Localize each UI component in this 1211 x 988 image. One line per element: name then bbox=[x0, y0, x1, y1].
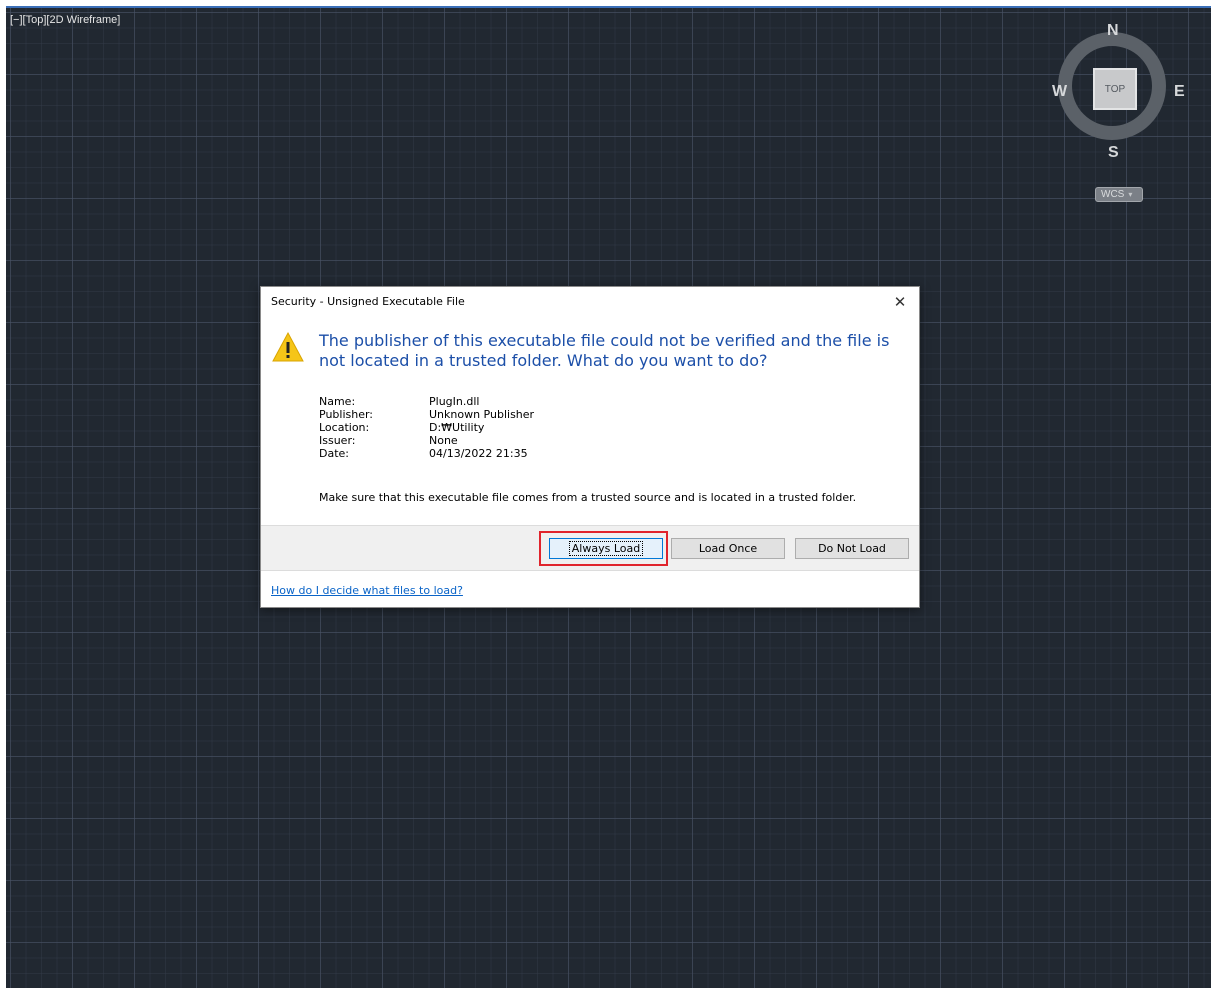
load-once-button[interactable]: Load Once bbox=[671, 538, 785, 559]
viewport-controls-label: [−][Top][2D Wireframe] bbox=[10, 14, 120, 26]
wcs-menu[interactable]: WCS ▾ bbox=[1095, 187, 1143, 202]
warning-icon bbox=[272, 331, 304, 362]
detail-value: PlugIn.dll bbox=[429, 395, 480, 408]
detail-row-issuer: Issuer: None bbox=[319, 434, 534, 447]
help-link[interactable]: How do I decide what files to load? bbox=[271, 584, 463, 597]
detail-key: Name: bbox=[319, 395, 356, 408]
viewcube-top-face[interactable]: TOP bbox=[1093, 68, 1137, 110]
detail-key: Date: bbox=[319, 447, 349, 460]
detail-value: Unknown Publisher bbox=[429, 408, 535, 421]
always-load-label: Always Load bbox=[568, 541, 644, 556]
detail-row-location: Location: D:₩Utility bbox=[319, 421, 534, 434]
detail-row-name: Name: PlugIn.dll bbox=[319, 395, 534, 408]
close-icon[interactable]: ✕ bbox=[889, 291, 911, 313]
file-details: Name: PlugIn.dll Publisher: Unknown Publ… bbox=[319, 395, 534, 460]
detail-row-date: Date: 04/13/2022 21:35 bbox=[319, 447, 534, 460]
trust-note: Make sure that this executable file come… bbox=[319, 491, 857, 504]
viewport-minus-control[interactable]: [−] bbox=[10, 14, 23, 26]
compass-east[interactable]: E bbox=[1174, 83, 1185, 101]
wcs-label: WCS bbox=[1101, 189, 1125, 200]
detail-key: Location: bbox=[319, 421, 370, 434]
always-load-button[interactable]: Always Load bbox=[549, 538, 663, 559]
detail-value: D:₩Utility bbox=[429, 421, 485, 434]
detail-value: None bbox=[429, 434, 458, 447]
compass-west[interactable]: W bbox=[1052, 83, 1067, 101]
do-not-load-button[interactable]: Do Not Load bbox=[795, 538, 909, 559]
compass-north[interactable]: N bbox=[1107, 22, 1119, 40]
viewcube[interactable]: N S W E TOP WCS ▾ bbox=[1048, 20, 1198, 202]
button-bar: Always Load Load Once Do Not Load bbox=[261, 525, 919, 571]
detail-row-publisher: Publisher: Unknown Publisher bbox=[319, 408, 534, 421]
dialog-message: The publisher of this executable file co… bbox=[319, 331, 890, 370]
detail-key: Issuer: bbox=[319, 434, 356, 447]
dialog-title: Security - Unsigned Executable File bbox=[271, 295, 465, 308]
detail-key: Publisher: bbox=[319, 408, 374, 421]
security-dialog: Security - Unsigned Executable File ✕ Th… bbox=[260, 286, 920, 608]
detail-value: 04/13/2022 21:35 bbox=[429, 447, 528, 460]
viewport-visual-style-control[interactable]: [2D Wireframe] bbox=[46, 14, 120, 26]
viewport-view-control[interactable]: [Top] bbox=[23, 14, 47, 26]
compass-south[interactable]: S bbox=[1108, 144, 1119, 162]
chevron-down-icon: ▾ bbox=[1128, 190, 1133, 199]
